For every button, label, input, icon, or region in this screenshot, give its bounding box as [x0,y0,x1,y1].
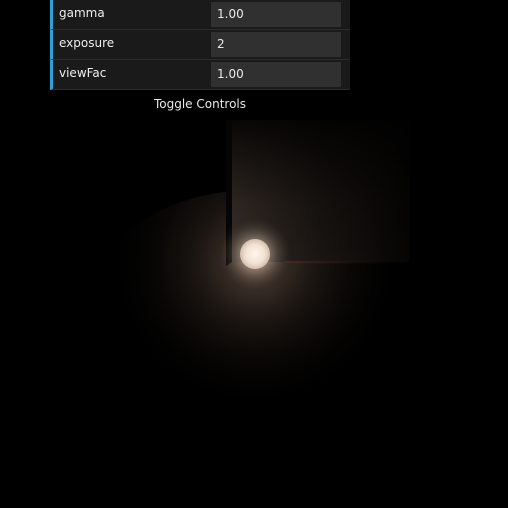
control-label: exposure [59,36,115,50]
control-row-viewfac: viewFac [50,60,350,90]
control-label: gamma [59,6,105,20]
toggle-controls-button[interactable]: Toggle Controls [50,93,350,115]
control-label: viewFac [59,66,107,80]
exposure-input[interactable] [211,32,341,57]
light-sphere [240,239,270,269]
control-row-exposure: exposure [50,30,350,60]
control-row-gamma: gamma [50,0,350,30]
gamma-input[interactable] [211,2,341,27]
controls-panel: gamma exposure viewFac [50,0,350,90]
viewfac-input[interactable] [211,62,341,87]
